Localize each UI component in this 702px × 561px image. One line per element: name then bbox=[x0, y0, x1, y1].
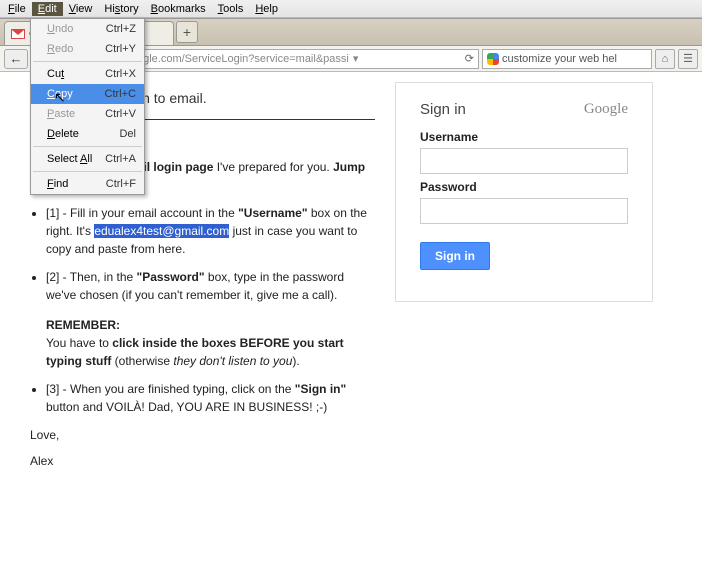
menu-separator bbox=[33, 61, 142, 62]
edit-menu-undo: UndoCtrl+Z bbox=[31, 19, 144, 39]
menu-help[interactable]: Help bbox=[249, 2, 284, 16]
menu-edit[interactable]: Edit bbox=[32, 2, 63, 16]
menu-history[interactable]: History bbox=[98, 2, 144, 16]
password-field[interactable] bbox=[420, 198, 628, 224]
home-button[interactable]: ⌂ bbox=[655, 49, 675, 69]
edit-menu-redo: RedoCtrl+Y bbox=[31, 39, 144, 59]
search-text: customize your web hel bbox=[502, 53, 617, 65]
google-icon bbox=[487, 53, 499, 65]
menu-tools[interactable]: Tools bbox=[212, 2, 250, 16]
edit-menu-cut[interactable]: CutCtrl+X bbox=[31, 64, 144, 84]
selected-email: edualex4test@gmail.com bbox=[94, 224, 229, 238]
menu-bookmarks[interactable]: Bookmarks bbox=[145, 2, 212, 16]
edit-menu-find[interactable]: FindCtrl+F bbox=[31, 174, 144, 194]
feed-button[interactable]: ☰ bbox=[678, 49, 698, 69]
love-text: Love, bbox=[30, 426, 375, 444]
step-2: [2] - Then, in the "Password" box, type … bbox=[46, 268, 375, 370]
menu-separator bbox=[33, 146, 142, 147]
dropdown-icon[interactable]: ▾ bbox=[353, 52, 359, 65]
step-1: [1] - Fill in your email account in the … bbox=[46, 204, 375, 258]
menubar: FileEditViewHistoryBookmarksToolsHelp bbox=[0, 0, 702, 18]
edit-menu-dropdown: UndoCtrl+ZRedoCtrl+Y CutCtrl+XCopyCtrl+CP… bbox=[30, 18, 145, 195]
edit-menu-select-all[interactable]: Select AllCtrl+A bbox=[31, 149, 144, 169]
menu-view[interactable]: View bbox=[63, 2, 99, 16]
reload-icon[interactable]: ⟳ bbox=[465, 52, 474, 65]
username-label: Username bbox=[420, 130, 628, 144]
search-box[interactable]: customize your web hel bbox=[482, 49, 652, 69]
login-box: Sign in Google Username Password Sign in bbox=[395, 82, 653, 302]
signin-button[interactable]: Sign in bbox=[420, 242, 490, 270]
google-logo: Google bbox=[584, 101, 628, 118]
step-3: [3] - When you are finished typing, clic… bbox=[46, 380, 375, 416]
new-tab-button[interactable]: + bbox=[176, 21, 198, 43]
edit-menu-delete[interactable]: DeleteDel bbox=[31, 124, 144, 144]
gmail-icon bbox=[11, 29, 25, 39]
remember-heading: REMEMBER: bbox=[46, 318, 120, 332]
edit-menu-copy[interactable]: CopyCtrl+C bbox=[31, 84, 144, 104]
back-button[interactable]: ← bbox=[4, 49, 28, 69]
username-field[interactable] bbox=[420, 148, 628, 174]
signin-title: Sign in bbox=[420, 101, 466, 118]
edit-menu-paste: PasteCtrl+V bbox=[31, 104, 144, 124]
menu-file[interactable]: File bbox=[2, 2, 32, 16]
signature: Alex bbox=[30, 452, 375, 470]
password-label: Password bbox=[420, 180, 628, 194]
menu-separator bbox=[33, 171, 142, 172]
